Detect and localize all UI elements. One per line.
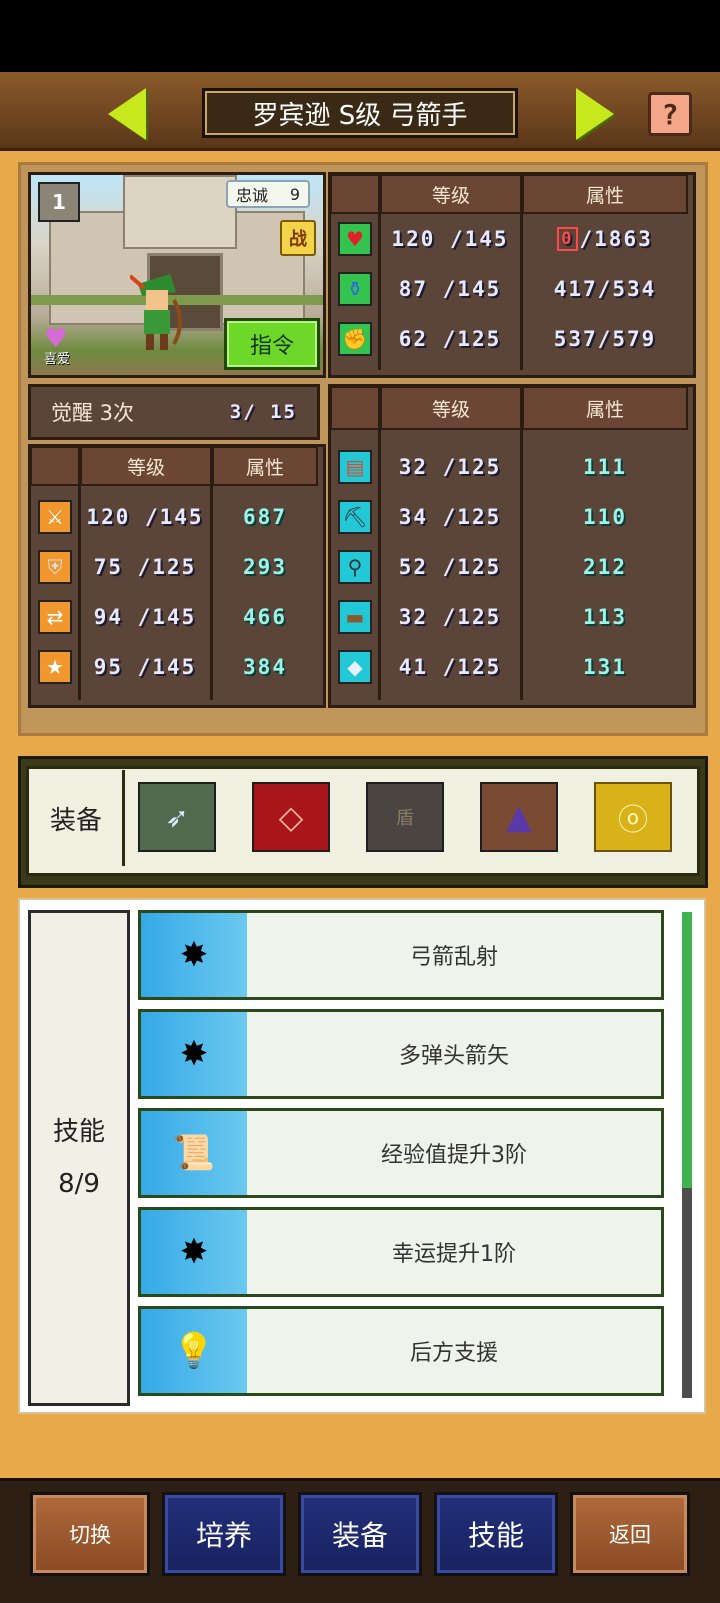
- train-button[interactable]: 培养: [162, 1492, 286, 1576]
- stamina-max: /579: [597, 327, 657, 351]
- star-icon: ★: [38, 650, 72, 684]
- previous-character-arrow-icon[interactable]: [108, 88, 146, 140]
- battle-badge[interactable]: 战: [280, 220, 316, 256]
- speed-level: 94 /145: [93, 605, 197, 629]
- skill-item-2[interactable]: ✸ 多弹头箭矢: [138, 1009, 664, 1099]
- crystal-icon: ◆: [338, 650, 372, 684]
- craft-level-3: 52 /125: [398, 555, 502, 579]
- vitals-col-attr: 属性: [522, 174, 688, 214]
- luck-level: 95 /145: [93, 655, 197, 679]
- switch-button[interactable]: 切换: [30, 1492, 150, 1576]
- luck-attr: 384: [243, 655, 287, 679]
- awaken-row: 觉醒 3次 3/ 15: [28, 384, 320, 440]
- mp-attr: 417 /534: [522, 272, 688, 306]
- vitals-col-level: 等级: [380, 174, 522, 214]
- book-icon: ▤: [338, 450, 372, 484]
- defense-level: 75 /125: [93, 555, 197, 579]
- skills-label: 技能: [52, 1117, 105, 1147]
- awaken-progress: 3/ 15: [229, 401, 297, 423]
- hp-current: 0: [557, 227, 578, 251]
- combat-col-level: 等级: [80, 446, 212, 486]
- arrows-icon: ⇄: [38, 600, 72, 634]
- hp-level: 120 /145: [391, 227, 509, 251]
- back-button[interactable]: 返回: [570, 1492, 690, 1576]
- mp-max: /534: [597, 277, 657, 301]
- character-title: 罗宾逊 S级 弓箭手: [202, 88, 518, 138]
- skills-count: 8/9: [58, 1169, 100, 1199]
- lightbulb-icon: 💡: [141, 1309, 247, 1393]
- skill-item-1[interactable]: ✸ 弓箭乱射: [138, 910, 664, 1000]
- loyalty-label: 忠诚: [236, 186, 269, 205]
- amulet-icon[interactable]: ⓞ: [594, 782, 672, 852]
- skill-button[interactable]: 技能: [434, 1492, 558, 1576]
- awaken-label: 觉醒 3次: [51, 401, 135, 425]
- stamina-level: 62 /125: [398, 327, 502, 351]
- skill-name: 后方支援: [409, 1341, 498, 1366]
- command-button[interactable]: 指令: [224, 318, 320, 370]
- red-armor-icon[interactable]: ◇: [252, 782, 330, 852]
- stamina-icon: ✊: [338, 322, 372, 356]
- hp-max: /1863: [579, 227, 653, 251]
- skill-name: 多弹头箭矢: [398, 1044, 509, 1069]
- craft-level-5: 41 /125: [398, 655, 502, 679]
- shovel-icon: ⚲: [338, 550, 372, 584]
- sword-icon: ⚔: [38, 500, 72, 534]
- next-character-arrow-icon[interactable]: [576, 88, 614, 140]
- skill-item-5[interactable]: 💡 后方支援: [138, 1306, 664, 1396]
- skill-name: 弓箭乱射: [409, 945, 498, 970]
- craft-attr-5: 131: [583, 655, 627, 679]
- rank-badge: 1: [38, 182, 80, 222]
- shield-slot-empty[interactable]: 盾: [366, 782, 444, 852]
- speed-attr: 466: [243, 605, 287, 629]
- equipment-label: 装备: [30, 770, 125, 866]
- combat-col-attr: 属性: [212, 446, 318, 486]
- attack-attr: 687: [243, 505, 287, 529]
- stamina-current: 537: [553, 327, 598, 351]
- crafting-col-attr: 属性: [522, 386, 688, 430]
- stamina-attr: 537 /579: [522, 322, 688, 356]
- craft-attr-2: 110: [583, 505, 627, 529]
- pickaxe-icon: ⛏: [338, 500, 372, 534]
- defense-attr: 293: [243, 555, 287, 579]
- help-button[interactable]: ?: [648, 92, 692, 136]
- crafting-header-blank: [330, 386, 380, 430]
- castle-tower: [123, 175, 237, 249]
- craft-attr-3: 212: [583, 555, 627, 579]
- craft-attr-1: 111: [583, 455, 627, 479]
- craft-attr-4: 113: [583, 605, 627, 629]
- skills-label-box: 技能 8/9: [28, 910, 130, 1406]
- craft-level-4: 32 /125: [398, 605, 502, 629]
- status-bar-area: [0, 0, 720, 72]
- vitals-header-blank: [330, 174, 380, 214]
- archer-sprite: [130, 274, 182, 350]
- anvil-icon: ▬: [338, 600, 372, 634]
- arrow-burst-icon: ✸: [141, 1012, 247, 1096]
- skill-name: 幸运提升1阶: [392, 1242, 516, 1267]
- combat-header-blank: [30, 446, 80, 486]
- craft-level-1: 32 /125: [398, 455, 502, 479]
- favorite-label: 喜爱: [44, 352, 71, 367]
- shield-icon: ⛨: [38, 550, 72, 584]
- bow-weapon-icon[interactable]: ➶: [138, 782, 216, 852]
- craft-level-2: 34 /125: [398, 505, 502, 529]
- arrow-burst-icon: ✸: [141, 1210, 247, 1294]
- mana-potion-icon: ⚱: [338, 272, 372, 306]
- hood-icon[interactable]: ▲: [480, 782, 558, 852]
- mp-level: 87 /145: [398, 277, 502, 301]
- scroll-icon: 📜: [141, 1111, 247, 1195]
- skills-scrollbar-thumb[interactable]: [682, 912, 692, 1188]
- mp-current: 417: [553, 277, 598, 301]
- loyalty-box: 忠诚 9: [226, 180, 310, 208]
- arrow-burst-icon: ✸: [141, 913, 247, 997]
- hp-attr: 0 /1863: [522, 222, 688, 256]
- crafting-col-level: 等级: [380, 386, 522, 430]
- loyalty-value: 9: [289, 184, 300, 204]
- skill-item-3[interactable]: 📜 经验值提升3阶: [138, 1108, 664, 1198]
- equip-button[interactable]: 装备: [298, 1492, 422, 1576]
- attack-level: 120 /145: [86, 505, 204, 529]
- heart-icon: ♥: [338, 222, 372, 256]
- skill-name: 经验值提升3阶: [381, 1143, 527, 1168]
- skill-item-4[interactable]: ✸ 幸运提升1阶: [138, 1207, 664, 1297]
